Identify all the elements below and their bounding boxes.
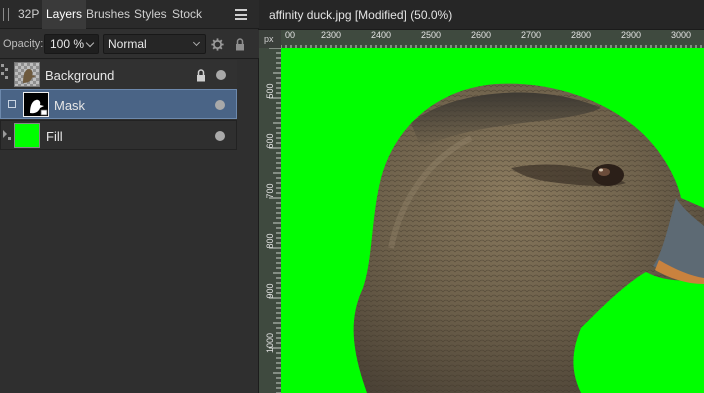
layer-name: Fill (46, 129, 63, 144)
gear-icon[interactable] (211, 38, 224, 51)
ruler-label: 800 (265, 233, 275, 249)
ruler-label: 2500 (421, 30, 442, 40)
ruler-label: 3000 (671, 30, 692, 40)
opacity-label: Opacity: (3, 38, 44, 50)
chevron-down-icon (192, 38, 201, 47)
ruler-label: 2600 (471, 30, 492, 40)
layer-row-mask[interactable]: Mask (0, 89, 237, 119)
duck-silhouette-icon (30, 99, 48, 116)
ruler-label: 2900 (621, 30, 642, 40)
tab-layers[interactable]: Layers (42, 0, 87, 29)
expand-toggle-icon[interactable] (1, 64, 9, 86)
tab-brushes[interactable]: Brushes (86, 0, 130, 29)
ruler-label: 600 (265, 133, 275, 149)
fill-thumbnail (14, 123, 40, 148)
layer-checkbox-icon[interactable] (8, 100, 16, 108)
app-window: 32P Layers Brushes Styles Stock Opacity:… (0, 0, 704, 393)
lock-icon[interactable] (196, 69, 206, 82)
blend-mode-value: Normal (108, 37, 147, 51)
ruler-label: 2400 (371, 30, 392, 40)
layer-thumbnail (14, 62, 40, 87)
layer-options-bar: Opacity: 100 % Normal (0, 30, 259, 59)
ruler-label: 900 (265, 283, 275, 299)
tab-32p[interactable]: 32P (18, 0, 39, 29)
ruler-label: 2800 (571, 30, 592, 40)
ruler-horizontal[interactable]: 00 2300 2400 2500 2600 2700 2800 2900 30… (281, 30, 704, 48)
hamburger-menu-icon[interactable] (235, 9, 247, 20)
visibility-toggle[interactable] (215, 131, 225, 141)
opacity-value: 100 % (50, 37, 85, 51)
fill-layer-icon (3, 130, 11, 140)
layer-name: Mask (54, 98, 86, 113)
chevron-down-icon[interactable] (85, 38, 95, 48)
panel-grip-icon[interactable] (3, 8, 9, 21)
layer-name: Background (45, 68, 115, 83)
panel-tab-bar: 32P Layers Brushes Styles Stock (0, 0, 259, 29)
visibility-toggle[interactable] (215, 100, 225, 110)
mask-thumbnail (23, 92, 49, 117)
tab-stock[interactable]: Stock (172, 0, 202, 29)
duck-photo (353, 83, 704, 393)
tab-styles[interactable]: Styles (134, 0, 167, 29)
layers-panel: 32P Layers Brushes Styles Stock Opacity:… (0, 0, 259, 393)
ruler-vertical[interactable]: 500 600 700 800 900 1000 (259, 48, 281, 393)
blend-mode-select[interactable]: Normal (103, 34, 206, 54)
document-tab[interactable]: affinity duck.jpg [Modified] (50.0%) (259, 0, 704, 30)
ruler-label: 1000 (265, 332, 275, 354)
duck-eye (592, 164, 624, 186)
duck-thumbnail-icon (23, 69, 36, 83)
ruler-label: 500 (265, 83, 275, 99)
layer-row-fill[interactable]: Fill (0, 120, 237, 150)
opacity-field[interactable]: 100 % (44, 34, 99, 54)
ruler-label: 2300 (321, 30, 342, 40)
document-title: affinity duck.jpg [Modified] (50.0%) (269, 8, 453, 22)
layer-row-background[interactable]: Background (0, 60, 237, 90)
ruler-label: 700 (265, 183, 275, 199)
visibility-toggle[interactable] (216, 70, 226, 80)
document-area: affinity duck.jpg [Modified] (50.0%) px … (259, 0, 704, 393)
ruler-label: 2700 (521, 30, 542, 40)
image-canvas[interactable] (281, 48, 704, 393)
ruler-unit: px (264, 34, 274, 44)
lock-icon[interactable] (235, 38, 245, 51)
ruler-corner[interactable]: px (259, 30, 281, 48)
ruler-label: 00 (285, 30, 296, 40)
